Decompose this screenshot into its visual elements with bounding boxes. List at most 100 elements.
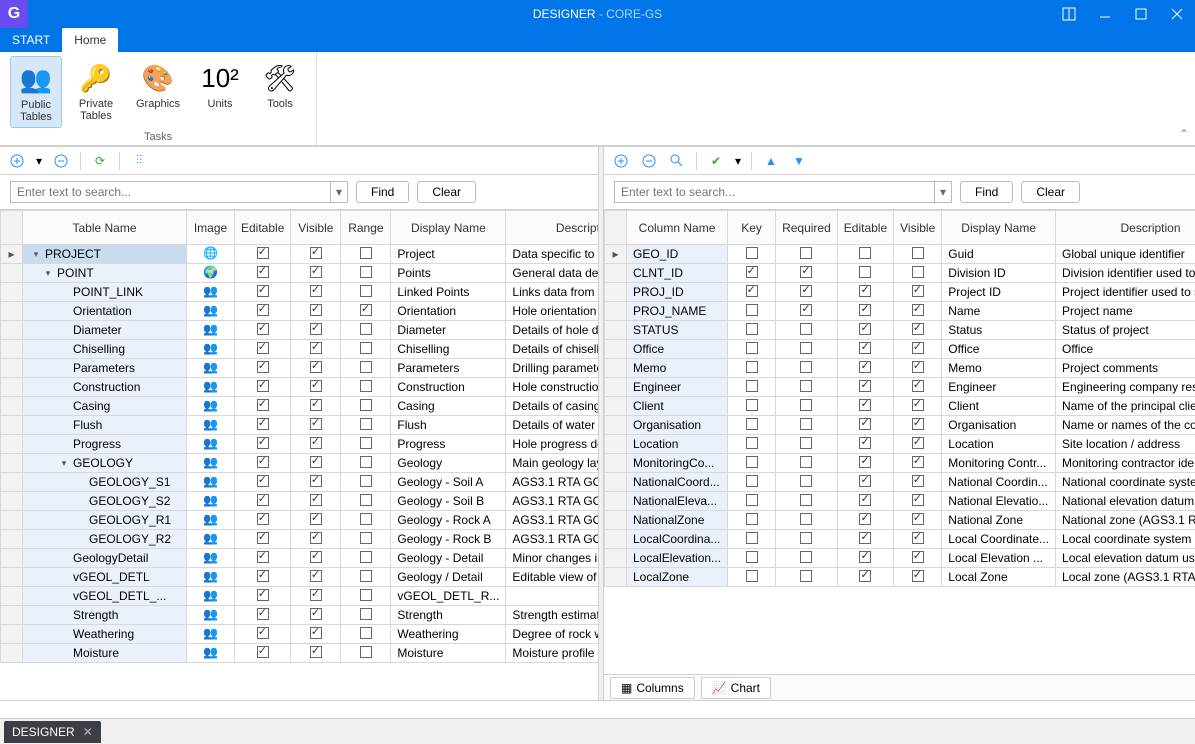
left-search-input[interactable] bbox=[10, 181, 330, 203]
table-row[interactable]: NationalZoneNational ZoneNational zone (… bbox=[605, 511, 1195, 530]
table-row[interactable]: GEOLOGY_R2👥Geology - Rock BAGS3.1 RTA GO… bbox=[1, 530, 599, 549]
left-clear-button[interactable]: Clear bbox=[417, 181, 476, 203]
table-row[interactable]: Parameters👥ParametersDrilling parameters… bbox=[1, 359, 599, 378]
left-header[interactable]: Description bbox=[506, 211, 598, 245]
table-row[interactable]: LocationLocationSite location / address bbox=[605, 435, 1195, 454]
left-toolbar: ▾ ⟳ ⫶⫶ bbox=[0, 147, 598, 175]
left-header[interactable]: Visible bbox=[291, 211, 341, 245]
table-row[interactable]: STATUSStatusStatus of project bbox=[605, 321, 1195, 340]
refresh-button[interactable]: ⟳ bbox=[89, 150, 111, 172]
table-row[interactable]: MonitoringCo...Monitoring Contr...Monito… bbox=[605, 454, 1195, 473]
right-header[interactable]: Key bbox=[728, 211, 776, 245]
table-row[interactable]: Strength👥StrengthStrength estimate of bbox=[1, 606, 599, 625]
tab-start[interactable]: START bbox=[0, 28, 62, 52]
add-dropdown[interactable]: ▾ bbox=[34, 150, 44, 172]
ribbon-public-tables[interactable]: 👥PublicTables bbox=[10, 56, 62, 128]
table-row[interactable]: Weathering👥WeatheringDegree of rock weat… bbox=[1, 625, 599, 644]
right-search-input[interactable] bbox=[614, 181, 934, 203]
table-row[interactable]: LocalCoordina...Local Coordinate...Local… bbox=[605, 530, 1195, 549]
table-row[interactable]: PROJ_IDProject IDProject identifier used… bbox=[605, 283, 1195, 302]
move-down-button[interactable]: ▼ bbox=[788, 150, 810, 172]
table-row[interactable]: ▸GEO_IDGuidGlobal unique identifier bbox=[605, 245, 1195, 264]
right-search-dropdown[interactable]: ▾ bbox=[934, 181, 952, 203]
table-row[interactable]: OrganisationOrganisationName or names of… bbox=[605, 416, 1195, 435]
table-row[interactable]: NationalCoord...National Coordin...Natio… bbox=[605, 473, 1195, 492]
table-row[interactable]: ▾GEOLOGY👥GeologyMain geology layer de bbox=[1, 454, 599, 473]
table-row[interactable]: ClientClientName of the principal client bbox=[605, 397, 1195, 416]
left-header[interactable]: Range bbox=[341, 211, 391, 245]
table-row[interactable]: Construction👥ConstructionHole constructi… bbox=[1, 378, 599, 397]
right-header[interactable]: Display Name bbox=[942, 211, 1056, 245]
table-row[interactable]: Progress👥ProgressHole progress details bbox=[1, 435, 599, 454]
table-row[interactable]: ▾POINT🌍PointsGeneral data defining bbox=[1, 264, 599, 283]
table-row[interactable]: Diameter👥DiameterDetails of hole diame bbox=[1, 321, 599, 340]
table-row[interactable]: Casing👥CasingDetails of casing used bbox=[1, 397, 599, 416]
table-row[interactable]: vGEOL_DETL👥Geology / DetailEditable view… bbox=[1, 568, 599, 587]
tab-columns[interactable]: ▦Columns bbox=[610, 677, 695, 699]
add-column-button[interactable] bbox=[610, 150, 632, 172]
image-icon: 👥 bbox=[203, 322, 219, 338]
close-button[interactable] bbox=[1159, 0, 1195, 28]
table-row[interactable]: OfficeOfficeOffice bbox=[605, 340, 1195, 359]
left-search-dropdown[interactable]: ▾ bbox=[330, 181, 348, 203]
right-grid[interactable]: Column NameKeyRequiredEditableVisibleDis… bbox=[604, 209, 1195, 674]
tree-button[interactable]: ⫶⫶ bbox=[128, 150, 150, 172]
ribbon-private-tables[interactable]: 🔑PrivateTables bbox=[70, 56, 122, 128]
table-row[interactable]: LocalElevation...Local Elevation ...Loca… bbox=[605, 549, 1195, 568]
table-row[interactable]: Chiselling👥ChisellingDetails of chiselli… bbox=[1, 340, 599, 359]
ribbon-icon: 👥 bbox=[18, 61, 54, 97]
table-row[interactable]: Orientation👥OrientationHole orientation … bbox=[1, 302, 599, 321]
ribbon-collapse-icon[interactable]: ⌃ bbox=[1179, 127, 1189, 141]
remove-button[interactable] bbox=[50, 150, 72, 172]
right-header[interactable]: Required bbox=[776, 211, 838, 245]
close-icon[interactable]: ✕ bbox=[83, 725, 93, 739]
table-row[interactable]: Flush👥FlushDetails of water flush bbox=[1, 416, 599, 435]
table-row[interactable]: LocalZoneLocal ZoneLocal zone (AGS3.1 RT… bbox=[605, 568, 1195, 587]
right-panel: ✔ ▾ ▲ ▼ ▾ Find Clear Column NameKeyRequi… bbox=[604, 147, 1195, 700]
table-row[interactable]: MemoMemoProject comments bbox=[605, 359, 1195, 378]
left-header[interactable]: Table Name bbox=[23, 211, 187, 245]
image-icon: 🌍 bbox=[203, 265, 219, 281]
table-row[interactable]: Moisture👥MoistureMoisture profile (AGS bbox=[1, 644, 599, 663]
layout-button[interactable] bbox=[1051, 0, 1087, 28]
tab-chart[interactable]: 📈Chart bbox=[701, 677, 771, 699]
chart-icon: 📈 bbox=[712, 681, 727, 695]
table-row[interactable]: PROJ_NAMENameProject name bbox=[605, 302, 1195, 321]
right-header[interactable]: Editable bbox=[837, 211, 893, 245]
tab-home[interactable]: Home bbox=[62, 28, 118, 52]
doc-tab-designer[interactable]: DESIGNER✕ bbox=[4, 721, 101, 743]
table-row[interactable]: NationalEleva...National Elevatio...Nati… bbox=[605, 492, 1195, 511]
left-header[interactable]: Image bbox=[187, 211, 235, 245]
title-suffix: - CORE-GS bbox=[596, 7, 663, 21]
right-header[interactable]: Column Name bbox=[627, 211, 728, 245]
table-row[interactable]: GEOLOGY_S2👥Geology - Soil BAGS3.1 RTA GO… bbox=[1, 492, 599, 511]
left-find-button[interactable]: Find bbox=[356, 181, 409, 203]
right-clear-button[interactable]: Clear bbox=[1021, 181, 1080, 203]
table-row[interactable]: GeologyDetail👥Geology - DetailMinor chan… bbox=[1, 549, 599, 568]
ribbon-tools[interactable]: 🛠Tools bbox=[254, 56, 306, 128]
table-row[interactable]: GEOLOGY_S1👥Geology - Soil AAGS3.1 RTA GO… bbox=[1, 473, 599, 492]
right-find-button[interactable]: Find bbox=[960, 181, 1013, 203]
minimize-button[interactable] bbox=[1087, 0, 1123, 28]
table-row[interactable]: ▸▾PROJECT🌐ProjectData specific to the p bbox=[1, 245, 599, 264]
move-up-button[interactable]: ▲ bbox=[760, 150, 782, 172]
table-row[interactable]: EngineerEngineerEngineering company resp… bbox=[605, 378, 1195, 397]
left-header[interactable]: Display Name bbox=[391, 211, 506, 245]
validate-button[interactable]: ✔ bbox=[705, 150, 727, 172]
left-grid[interactable]: Table NameImageEditableVisibleRangeDispl… bbox=[0, 209, 598, 700]
left-header[interactable]: Editable bbox=[235, 211, 291, 245]
validate-dropdown[interactable]: ▾ bbox=[733, 150, 743, 172]
search-column-button[interactable] bbox=[666, 150, 688, 172]
maximize-button[interactable] bbox=[1123, 0, 1159, 28]
add-button[interactable] bbox=[6, 150, 28, 172]
ribbon-graphics[interactable]: 🎨Graphics bbox=[130, 56, 186, 128]
table-row[interactable]: POINT_LINK👥Linked PointsLinks data from … bbox=[1, 283, 599, 302]
ribbon-units[interactable]: 10²Units bbox=[194, 56, 246, 128]
table-row[interactable]: GEOLOGY_R1👥Geology - Rock AAGS3.1 RTA GO… bbox=[1, 511, 599, 530]
right-bottom-tabs: ▦Columns 📈Chart bbox=[604, 674, 1195, 700]
table-row[interactable]: vGEOL_DETL_...👥vGEOL_DETL_R... bbox=[1, 587, 599, 606]
remove-column-button[interactable] bbox=[638, 150, 660, 172]
right-header[interactable]: Visible bbox=[894, 211, 942, 245]
table-row[interactable]: CLNT_IDDivision IDDivision identifier us… bbox=[605, 264, 1195, 283]
right-header[interactable]: Description bbox=[1056, 211, 1195, 245]
